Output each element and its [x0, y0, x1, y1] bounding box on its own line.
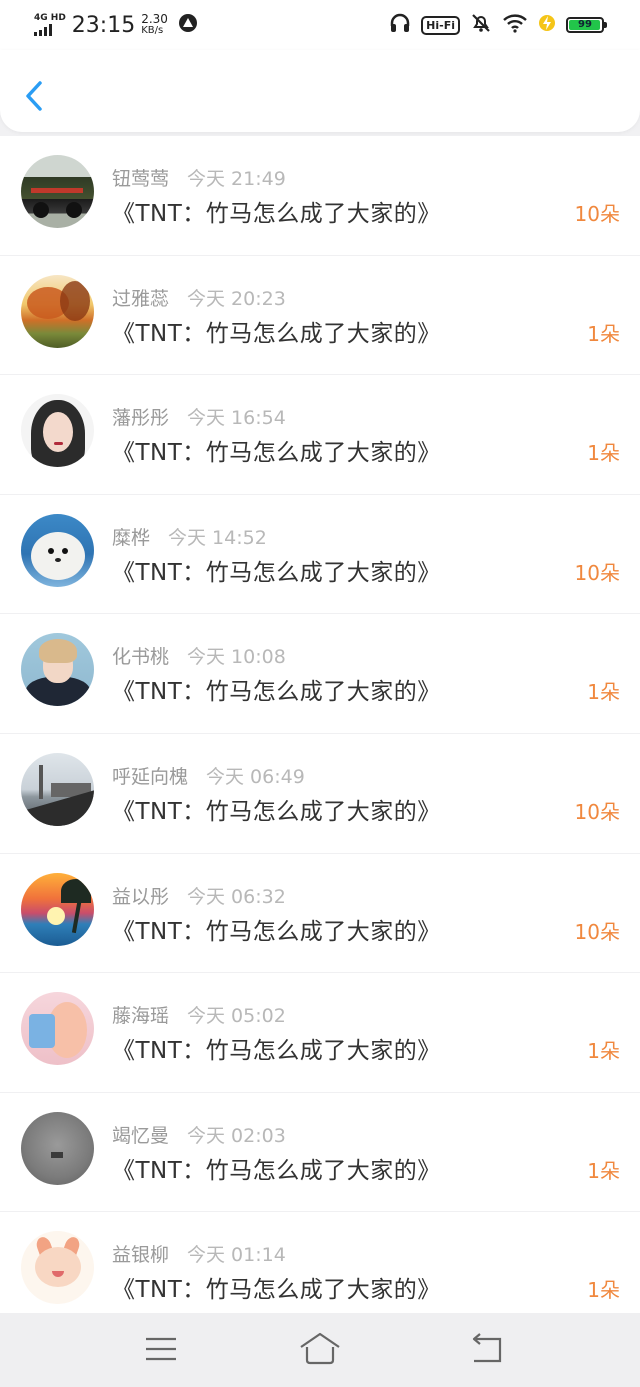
book-title: 《TNT：竹马怎么成了大家的》 [112, 1038, 441, 1065]
back-button[interactable] [18, 78, 52, 114]
list-item[interactable]: 益以彤 今天 06:32 《TNT：竹马怎么成了大家的》 10朵 [0, 853, 640, 974]
avatar[interactable] [21, 1231, 94, 1305]
avatar[interactable] [21, 513, 94, 587]
list-item[interactable]: 过雅蕊 今天 20:23 《TNT：竹马怎么成了大家的》 1朵 [0, 255, 640, 376]
timestamp: 今天 20:23 [187, 287, 286, 310]
gift-amount: 10朵 [574, 560, 620, 585]
gift-amount: 1朵 [587, 1158, 620, 1183]
system-nav-bar [0, 1313, 640, 1387]
status-right: Hi-Fi 99 [389, 12, 607, 38]
home-icon [300, 1332, 340, 1365]
list-item[interactable]: 糜桦 今天 14:52 《TNT：竹马怎么成了大家的》 10朵 [0, 494, 640, 615]
avatar[interactable] [21, 752, 94, 826]
charging-icon [538, 13, 556, 37]
book-title: 《TNT：竹马怎么成了大家的》 [112, 320, 441, 347]
list-item[interactable]: 益银柳 今天 01:14 《TNT：竹马怎么成了大家的》 1朵 [0, 1212, 640, 1313]
gift-amount: 10朵 [574, 799, 620, 824]
status-left: 4G HD 23:15 2.30 KB/s [34, 10, 198, 40]
book-title: 《TNT：竹马怎么成了大家的》 [112, 1157, 441, 1184]
gift-amount: 1朵 [587, 441, 620, 466]
signal-bars-icon [34, 24, 52, 36]
gift-amount: 1朵 [587, 321, 620, 346]
system-back-button[interactable] [466, 1329, 508, 1369]
page-header [0, 50, 640, 132]
avatar[interactable] [21, 992, 94, 1066]
timestamp: 今天 06:49 [206, 765, 305, 788]
gift-amount: 1朵 [587, 1278, 620, 1303]
avatar[interactable] [21, 1111, 94, 1185]
user-name: 过雅蕊 今天 20:23 [112, 287, 286, 310]
timestamp: 今天 05:02 [187, 1005, 286, 1028]
network-speed: 2.30 KB/s [141, 12, 168, 36]
app-notification-icon [178, 13, 198, 37]
menu-icon [146, 1337, 176, 1361]
wifi-icon [502, 13, 528, 37]
home-button[interactable] [298, 1329, 340, 1369]
book-title: 《TNT：竹马怎么成了大家的》 [112, 1277, 441, 1304]
chevron-left-icon [26, 81, 42, 111]
user-name: 竭忆曼 今天 02:03 [112, 1124, 286, 1147]
list-item[interactable]: 呼延向槐 今天 06:49 《TNT：竹马怎么成了大家的》 10朵 [0, 733, 640, 854]
timestamp: 今天 10:08 [187, 646, 286, 669]
user-name: 益以彤 今天 06:32 [112, 885, 286, 908]
signal-indicator: 4G HD [34, 14, 66, 36]
network-type: 4G HD [34, 13, 66, 23]
user-name: 益银柳 今天 01:14 [112, 1244, 286, 1267]
user-name: 钮莺莺 今天 21:49 [112, 168, 286, 190]
list-item[interactable]: 藩彤彤 今天 16:54 《TNT：竹马怎么成了大家的》 1朵 [0, 375, 640, 495]
list-item[interactable]: 竭忆曼 今天 02:03 《TNT：竹马怎么成了大家的》 1朵 [0, 1092, 640, 1213]
status-bar: 4G HD 23:15 2.30 KB/s Hi-Fi 99 [0, 0, 640, 50]
menu-button[interactable] [140, 1329, 182, 1369]
gift-amount: 1朵 [587, 1039, 620, 1064]
headphone-icon [389, 12, 411, 38]
book-title: 《TNT：竹马怎么成了大家的》 [112, 559, 441, 586]
hifi-badge: Hi-Fi [421, 15, 460, 35]
gift-amount: 10朵 [574, 919, 620, 944]
gift-amount: 10朵 [574, 202, 620, 226]
timestamp: 今天 16:54 [187, 407, 286, 430]
battery-level: 99 [578, 19, 592, 30]
avatar[interactable] [21, 872, 94, 946]
timestamp: 今天 02:03 [187, 1124, 286, 1147]
list-item[interactable]: 化书桃 今天 10:08 《TNT：竹马怎么成了大家的》 1朵 [0, 614, 640, 734]
list-item[interactable]: 钮莺莺 今天 21:49 《TNT：竹马怎么成了大家的》 10朵 [0, 136, 640, 256]
user-name: 糜桦 今天 14:52 [112, 526, 267, 549]
mute-bell-icon [470, 12, 492, 38]
network-speed-unit: KB/s [141, 25, 164, 36]
avatar[interactable] [21, 633, 94, 707]
avatar[interactable] [21, 394, 94, 468]
book-title: 《TNT：竹马怎么成了大家的》 [112, 679, 441, 706]
user-name: 藩彤彤 今天 16:54 [112, 407, 286, 430]
avatar[interactable] [21, 274, 94, 348]
network-speed-value: 2.30 [141, 12, 168, 26]
user-name: 藤海瑶 今天 05:02 [112, 1005, 286, 1028]
book-title: 《TNT：竹马怎么成了大家的》 [112, 201, 441, 227]
user-name: 化书桃 今天 10:08 [112, 646, 286, 669]
user-name: 呼延向槐 今天 06:49 [112, 765, 305, 788]
timestamp: 今天 01:14 [187, 1244, 286, 1267]
timestamp: 今天 06:32 [187, 885, 286, 908]
list-item[interactable]: 藤海瑶 今天 05:02 《TNT：竹马怎么成了大家的》 1朵 [0, 973, 640, 1093]
gift-list: 钮莺莺 今天 21:49 《TNT：竹马怎么成了大家的》 10朵 过雅蕊 今天 20… [0, 136, 640, 1313]
timestamp: 今天 14:52 [168, 526, 267, 549]
clock: 23:15 [71, 12, 136, 38]
book-title: 《TNT：竹马怎么成了大家的》 [112, 918, 441, 945]
gift-amount: 1朵 [587, 680, 620, 705]
book-title: 《TNT：竹马怎么成了大家的》 [112, 440, 441, 467]
avatar[interactable] [21, 155, 94, 228]
timestamp: 今天 21:49 [187, 168, 286, 190]
back-return-icon [472, 1333, 502, 1363]
battery-icon: 99 [566, 17, 607, 33]
book-title: 《TNT：竹马怎么成了大家的》 [112, 798, 441, 825]
